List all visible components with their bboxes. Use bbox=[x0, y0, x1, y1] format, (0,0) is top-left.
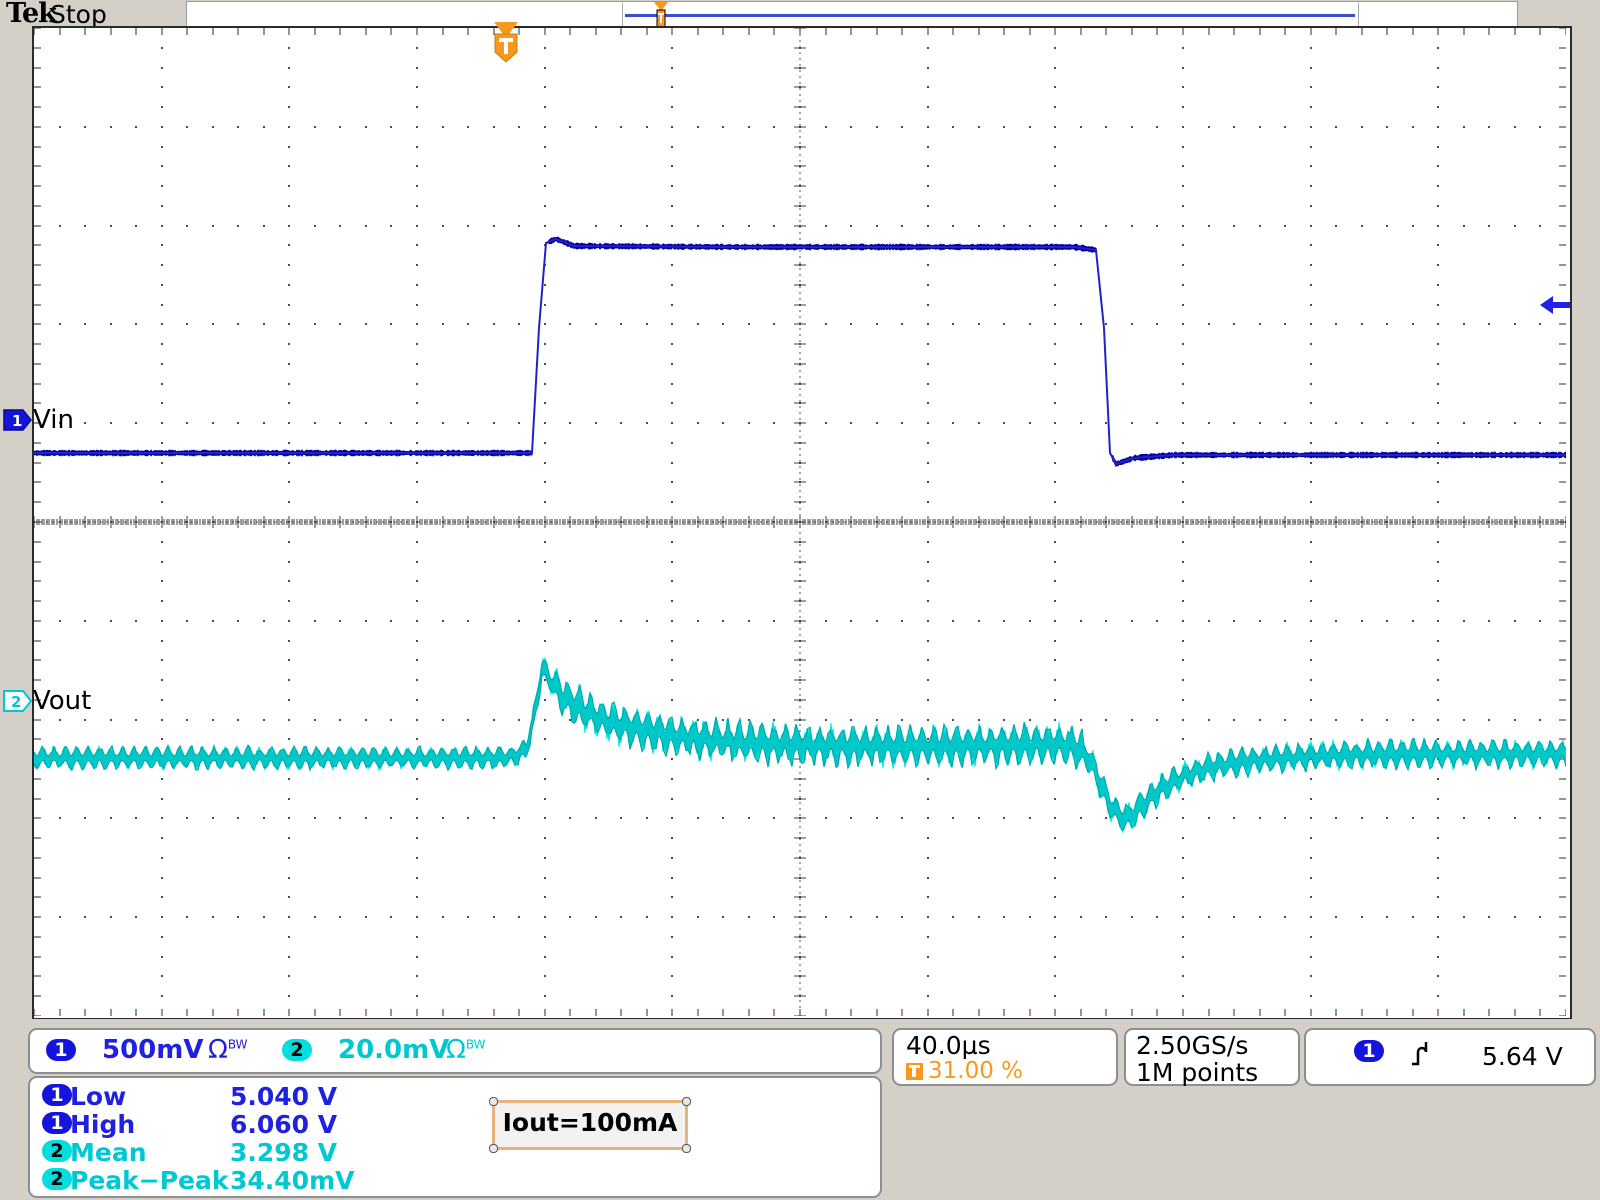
annotation-box[interactable]: Iout=100mA bbox=[492, 1100, 688, 1150]
channel-1-marker-icon[interactable]: 1 bbox=[3, 407, 29, 431]
measurement-channel-badge: 1 bbox=[42, 1084, 72, 1106]
channel-1-label: Vin bbox=[33, 405, 74, 435]
measurement-name: Low bbox=[70, 1082, 126, 1111]
acquisition-panel[interactable]: 2.50GS/s 1M points bbox=[1124, 1028, 1300, 1086]
annotation-text: Iout=100mA bbox=[495, 1108, 685, 1137]
measurement-value: 6.060 V bbox=[230, 1110, 337, 1139]
measurements-panel[interactable]: 1 Low 5.040 V 1 High 6.060 V 2 Mean 3.29… bbox=[28, 1076, 882, 1198]
channel-2-badge[interactable]: 2 bbox=[282, 1039, 312, 1061]
sample-rate: 2.50GS/s bbox=[1136, 1031, 1248, 1060]
timebase-position: 31.00 % bbox=[906, 1058, 1023, 1084]
svg-text:1: 1 bbox=[12, 412, 22, 430]
measurement-value: 34.40mV bbox=[230, 1166, 354, 1195]
channel-1-bandwidth-icon: BW bbox=[228, 1037, 248, 1051]
measurement-channel-badge: 1 bbox=[42, 1112, 72, 1134]
measurement-channel-badge: 2 bbox=[42, 1140, 72, 1162]
trigger-position-marker-icon[interactable] bbox=[490, 22, 522, 64]
measurement-name: Mean bbox=[70, 1138, 147, 1167]
channel-1-scale: 500mV bbox=[102, 1035, 204, 1065]
channel-2-label: Vout bbox=[33, 686, 91, 716]
oscilloscope-screen: Tek Stop bbox=[0, 0, 1600, 1200]
timebase-scale: 40.0µs bbox=[906, 1031, 991, 1060]
trigger-level-value: 5.64 V bbox=[1482, 1042, 1563, 1071]
record-length: 1M points bbox=[1136, 1058, 1258, 1087]
measurement-value: 3.298 V bbox=[230, 1138, 337, 1167]
measurement-name: Peak−Peak bbox=[70, 1166, 229, 1195]
svg-text:2: 2 bbox=[11, 693, 21, 711]
timebase-panel[interactable]: 40.0µs 31.00 % bbox=[892, 1028, 1118, 1086]
acquisition-status: Stop bbox=[50, 0, 107, 29]
channel-1-badge[interactable]: 1 bbox=[46, 1039, 76, 1061]
channel-2-bandwidth-icon: BW bbox=[466, 1037, 486, 1051]
vertical-settings-panel[interactable]: 1 500mV ΩBW 2 20.0mV ΩBW bbox=[28, 1028, 882, 1074]
waveform-graticule[interactable] bbox=[32, 26, 1572, 1019]
channel-1-coupling-icon: ΩBW bbox=[208, 1035, 248, 1065]
record-view-line bbox=[625, 14, 1355, 17]
measurement-value: 5.040 V bbox=[230, 1082, 337, 1111]
annotation-handle[interactable] bbox=[489, 1097, 498, 1106]
channel-2-scale: 20.0mV bbox=[338, 1035, 449, 1065]
annotation-handle[interactable] bbox=[489, 1144, 498, 1153]
annotation-handle[interactable] bbox=[682, 1097, 691, 1106]
measurement-channel-badge: 2 bbox=[42, 1168, 72, 1190]
annotation-handle[interactable] bbox=[682, 1144, 691, 1153]
channel-2-coupling-icon: ΩBW bbox=[446, 1035, 486, 1065]
trigger-position-icon bbox=[906, 1063, 923, 1080]
trigger-source-badge[interactable]: 1 bbox=[1354, 1040, 1384, 1062]
record-trigger-marker-icon[interactable] bbox=[653, 2, 669, 28]
trigger-panel[interactable]: 1 5.64 V bbox=[1304, 1028, 1596, 1086]
trigger-level-marker-icon[interactable] bbox=[1540, 292, 1570, 318]
channel-2-marker-icon[interactable]: 2 bbox=[3, 688, 29, 712]
trigger-slope-icon bbox=[1410, 1038, 1432, 1072]
tek-logo: Tek bbox=[6, 0, 56, 29]
record-view-bar[interactable] bbox=[186, 1, 1518, 28]
measurement-name: High bbox=[70, 1110, 135, 1139]
waveform-traces bbox=[34, 28, 1566, 1016]
